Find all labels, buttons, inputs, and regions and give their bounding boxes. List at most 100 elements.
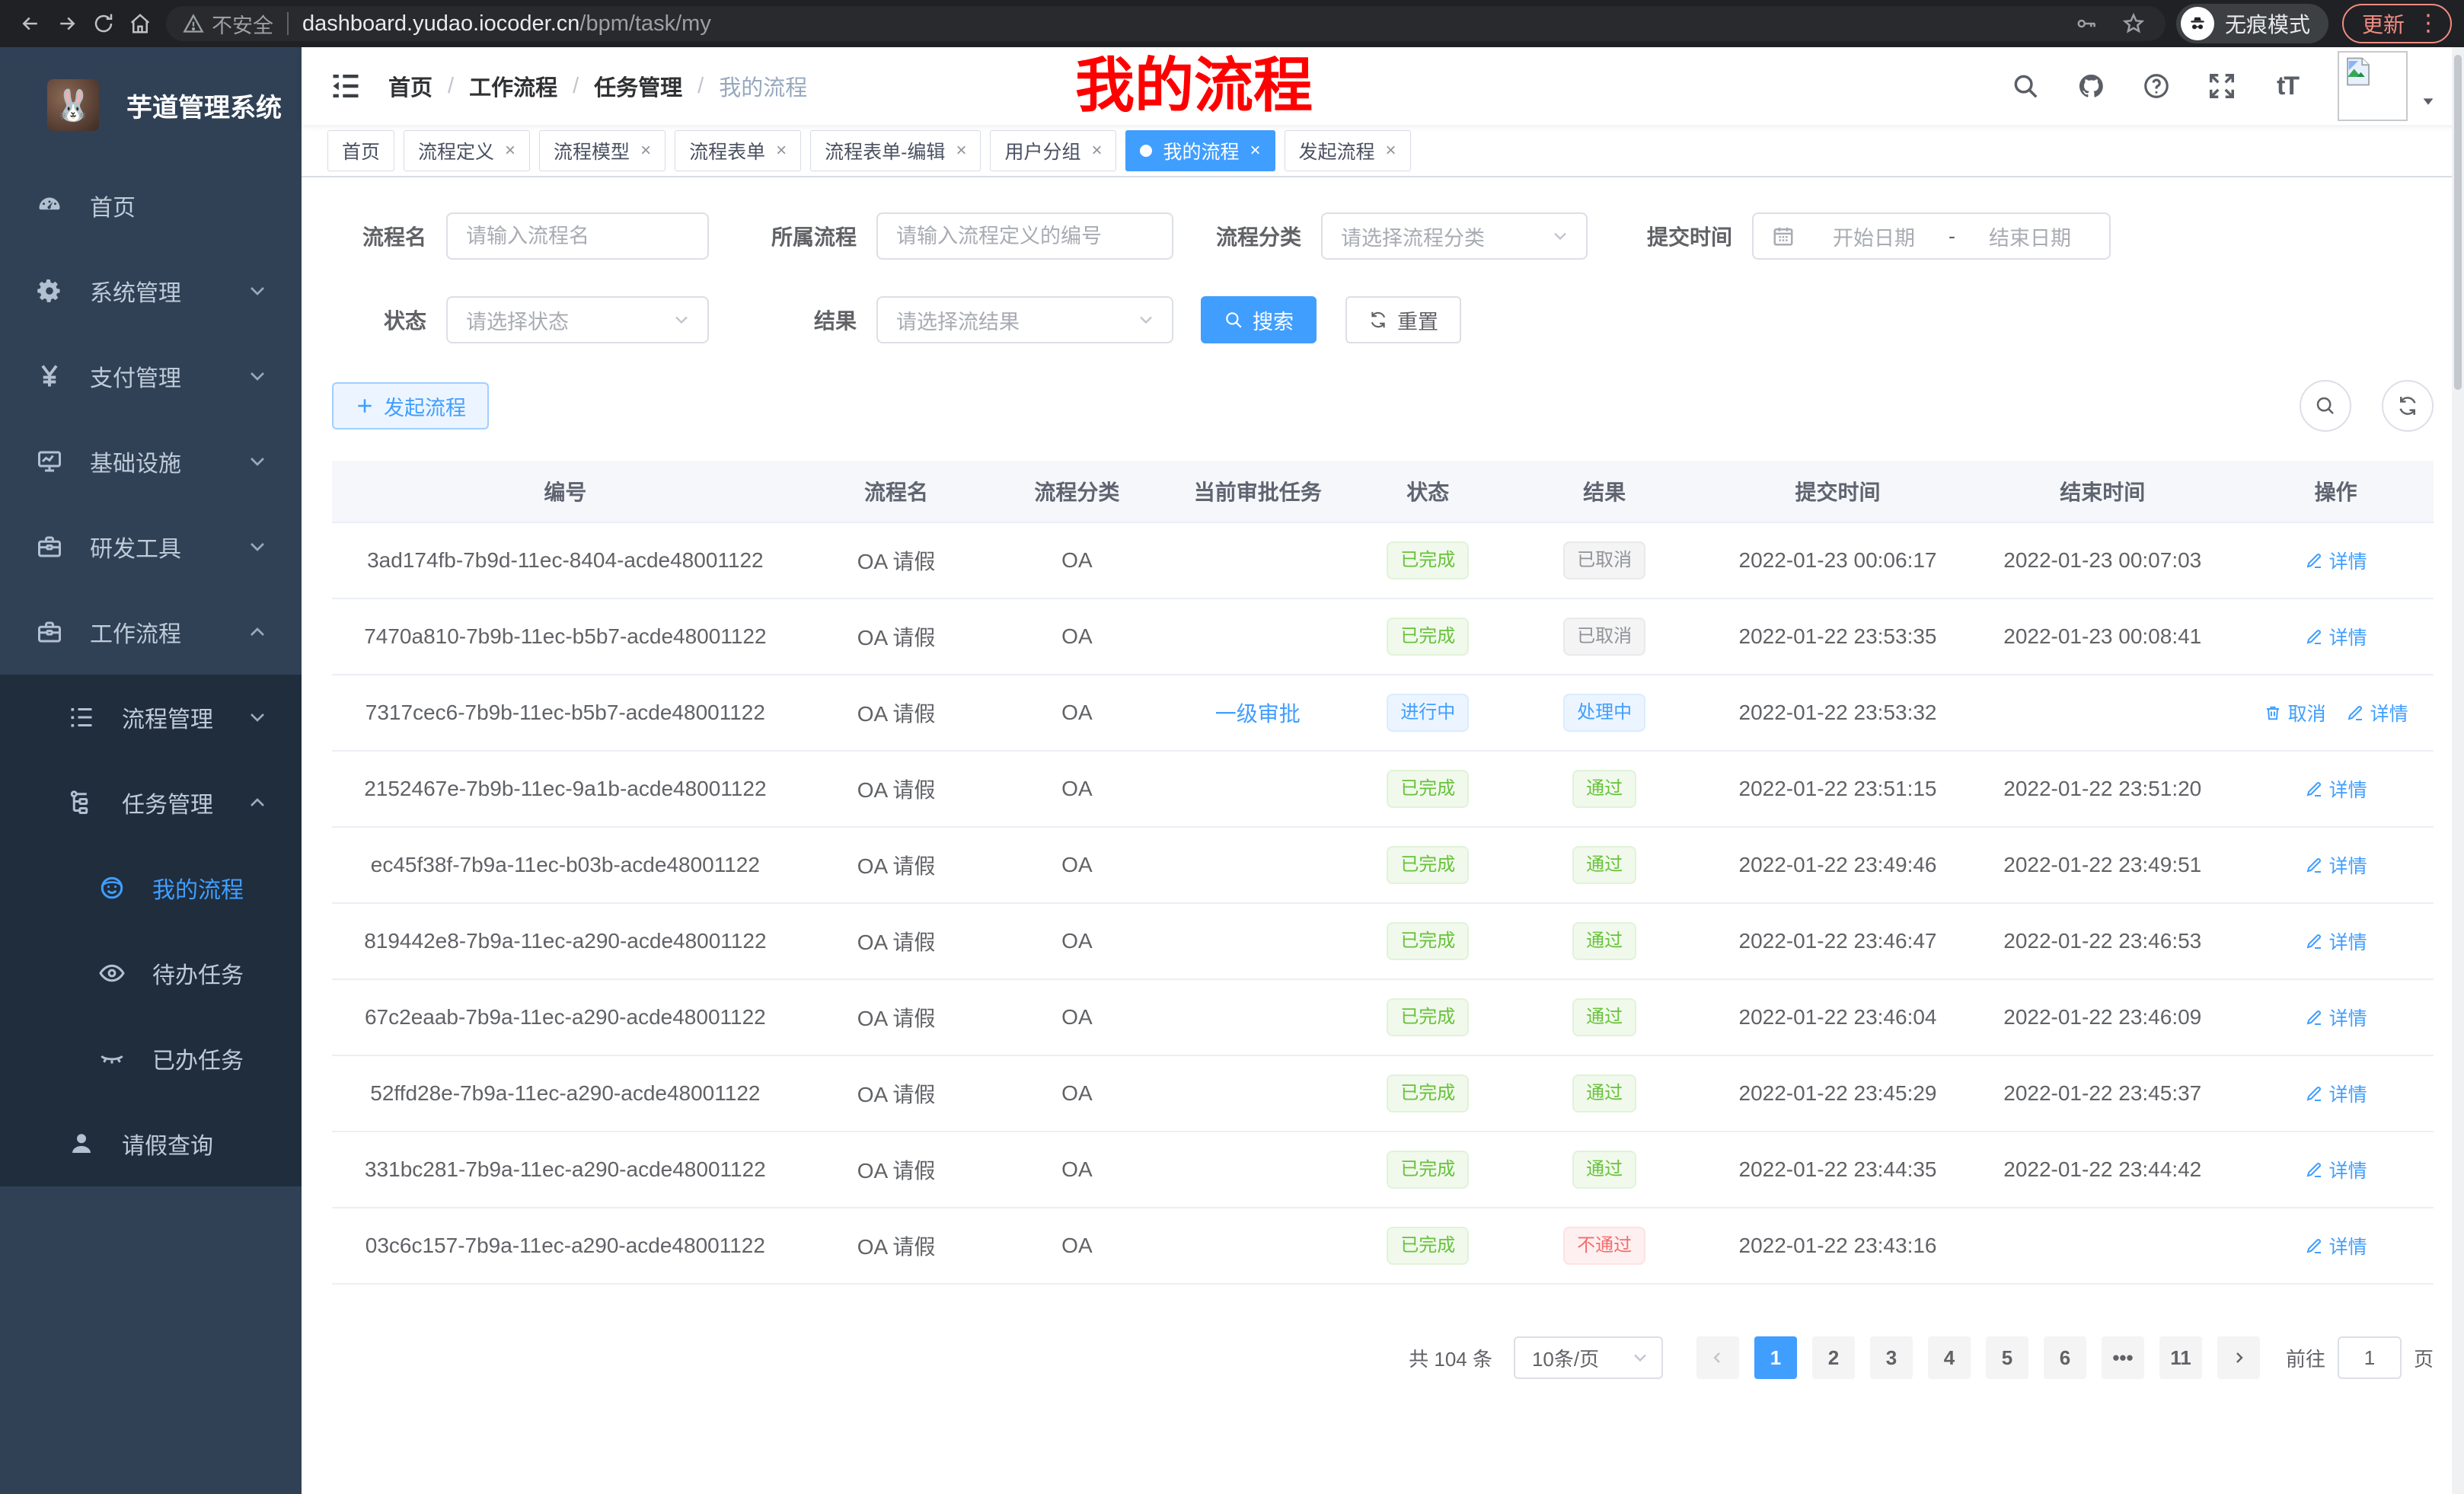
search-button[interactable]: 搜索: [1201, 296, 1317, 343]
avatar[interactable]: [2338, 51, 2408, 121]
action-详情[interactable]: 详情: [2346, 699, 2408, 726]
page-button-3[interactable]: 3: [1870, 1336, 1913, 1379]
browser-back-icon[interactable]: [12, 5, 49, 42]
breadcrumb-item[interactable]: 工作流程: [469, 70, 557, 102]
avatar-caret-icon[interactable]: [2420, 93, 2437, 110]
sidebar-item-待办任务[interactable]: 待办任务: [0, 931, 302, 1016]
page-ellipsis[interactable]: •••: [2102, 1336, 2144, 1379]
status-badge: 已完成: [1387, 1227, 1469, 1265]
action-详情[interactable]: 详情: [2305, 1080, 2367, 1107]
action-详情[interactable]: 详情: [2305, 1004, 2367, 1031]
close-icon[interactable]: ×: [1091, 142, 1102, 160]
goto-page-input[interactable]: [2338, 1336, 2402, 1379]
task-link[interactable]: 一级审批: [1215, 698, 1301, 728]
security-warning[interactable]: 不安全: [183, 9, 273, 39]
sidebar-item-系统管理[interactable]: 系统管理: [0, 248, 302, 334]
browser-home-icon[interactable]: [122, 5, 158, 42]
sidebar-item-研发工具[interactable]: 研发工具: [0, 504, 302, 589]
scrollbar-thumb[interactable]: [2454, 55, 2462, 390]
tab-用户分组[interactable]: 用户分组 ×: [990, 130, 1116, 171]
header-search-icon[interactable]: [2009, 69, 2042, 103]
date-range-picker[interactable]: 开始日期-结束日期: [1752, 212, 2111, 260]
cell-submit-time: 2022-01-22 23:46:04: [1709, 1005, 1967, 1030]
close-icon[interactable]: ×: [1386, 142, 1396, 160]
close-icon[interactable]: ×: [1250, 142, 1261, 160]
filter-input[interactable]: [446, 212, 709, 260]
reset-button[interactable]: 重置: [1345, 296, 1461, 343]
cell-process-name: OA 请假: [799, 926, 994, 956]
face-icon: [97, 873, 126, 902]
sidebar-item-支付管理[interactable]: 支付管理: [0, 334, 302, 419]
page-button-2[interactable]: 2: [1812, 1336, 1855, 1379]
sidebar-collapse-icon[interactable]: [329, 69, 362, 103]
action-详情[interactable]: 详情: [2305, 1232, 2367, 1259]
sidebar-logo-row[interactable]: 🐰 芋道管理系统: [0, 47, 302, 163]
table-row: ec45f38f-7b9a-11ec-b03b-acde48001122OA 请…: [332, 828, 2434, 904]
help-icon[interactable]: [2140, 69, 2173, 103]
page-button-5[interactable]: 5: [1986, 1336, 2028, 1379]
cell-process-name: OA 请假: [799, 1002, 994, 1033]
tab-流程模型[interactable]: 流程模型 ×: [539, 130, 665, 171]
action-详情[interactable]: 详情: [2305, 851, 2367, 879]
sidebar-item-任务管理[interactable]: 任务管理: [0, 760, 302, 845]
sidebar-item-我的流程[interactable]: 我的流程: [0, 845, 302, 931]
breadcrumb-item[interactable]: 任务管理: [594, 70, 682, 102]
action-详情[interactable]: 详情: [2305, 1156, 2367, 1183]
action-详情[interactable]: 详情: [2305, 775, 2367, 803]
password-key-icon[interactable]: [2071, 8, 2102, 39]
sidebar-item-首页[interactable]: 首页: [0, 163, 302, 248]
tab-流程定义[interactable]: 流程定义 ×: [404, 130, 530, 171]
browser-menu-dots-icon[interactable]: ⋮: [2417, 12, 2440, 35]
url-bar[interactable]: 不安全 dashboard.yudao.iocoder.cn/bpm/task/…: [166, 6, 2166, 41]
filter-流程名: 流程名: [332, 212, 709, 260]
prev-page-button[interactable]: [1696, 1336, 1739, 1379]
next-page-button[interactable]: [2217, 1336, 2260, 1379]
fullscreen-icon[interactable]: [2205, 69, 2239, 103]
sidebar-item-请假查询[interactable]: 请假查询: [0, 1101, 302, 1186]
font-size-icon[interactable]: tT: [2271, 69, 2304, 103]
bookmark-star-icon[interactable]: [2118, 8, 2149, 39]
table-row: 3ad174fb-7b9d-11ec-8404-acde48001122OA 请…: [332, 523, 2434, 599]
close-icon[interactable]: ×: [505, 142, 515, 160]
table-row: 7317cec6-7b9b-11ec-b5b7-acde48001122OA 请…: [332, 675, 2434, 752]
page-button-6[interactable]: 6: [2044, 1336, 2086, 1379]
tab-发起流程[interactable]: 发起流程 ×: [1285, 130, 1411, 171]
tab-流程表单-编辑[interactable]: 流程表单-编辑 ×: [810, 130, 981, 171]
table-search-toggle-button[interactable]: [2300, 380, 2351, 432]
browser-forward-icon[interactable]: [49, 5, 85, 42]
action-详情[interactable]: 详情: [2305, 623, 2367, 650]
cell-submit-time: 2022-01-22 23:51:15: [1709, 777, 1967, 801]
url-host: dashboard.yudao.iocoder.cn: [302, 11, 579, 36]
action-详情[interactable]: 详情: [2305, 927, 2367, 955]
filter-select[interactable]: 请选择流结果: [876, 296, 1173, 343]
browser-reload-icon[interactable]: [85, 5, 122, 42]
sidebar-item-基础设施[interactable]: 基础设施: [0, 419, 302, 504]
window-scrollbar[interactable]: [2452, 47, 2464, 1494]
filter-select[interactable]: 请选择状态: [446, 296, 709, 343]
browser-update-button[interactable]: 更新 ⋮: [2342, 4, 2452, 43]
page-button-11[interactable]: 11: [2159, 1336, 2202, 1379]
page-numbers: 123456 ••• 11: [1747, 1336, 2210, 1379]
logo-image: 🐰: [47, 79, 99, 131]
action-详情[interactable]: 详情: [2305, 547, 2367, 574]
breadcrumb-item[interactable]: 首页: [388, 70, 432, 102]
create-process-button[interactable]: 发起流程: [332, 382, 489, 429]
action-取消[interactable]: 取消: [2264, 699, 2326, 726]
close-icon[interactable]: ×: [640, 142, 651, 160]
cell-result: 处理中: [1501, 694, 1709, 732]
sidebar-item-工作流程[interactable]: 工作流程: [0, 589, 302, 675]
tab-我的流程[interactable]: 我的流程 ×: [1125, 130, 1275, 171]
close-icon[interactable]: ×: [956, 142, 966, 160]
close-icon[interactable]: ×: [776, 142, 787, 160]
tab-首页[interactable]: 首页: [327, 130, 394, 171]
tab-流程表单[interactable]: 流程表单 ×: [675, 130, 801, 171]
page-size-select[interactable]: 10条/页: [1514, 1336, 1663, 1379]
github-icon[interactable]: [2074, 69, 2108, 103]
filter-input[interactable]: [876, 212, 1173, 260]
page-button-1[interactable]: 1: [1754, 1336, 1797, 1379]
page-button-4[interactable]: 4: [1928, 1336, 1971, 1379]
sidebar-item-流程管理[interactable]: 流程管理: [0, 675, 302, 760]
table-refresh-button[interactable]: [2382, 380, 2434, 432]
sidebar-item-已办任务[interactable]: 已办任务: [0, 1016, 302, 1101]
filter-select[interactable]: 请选择流程分类: [1321, 212, 1588, 260]
